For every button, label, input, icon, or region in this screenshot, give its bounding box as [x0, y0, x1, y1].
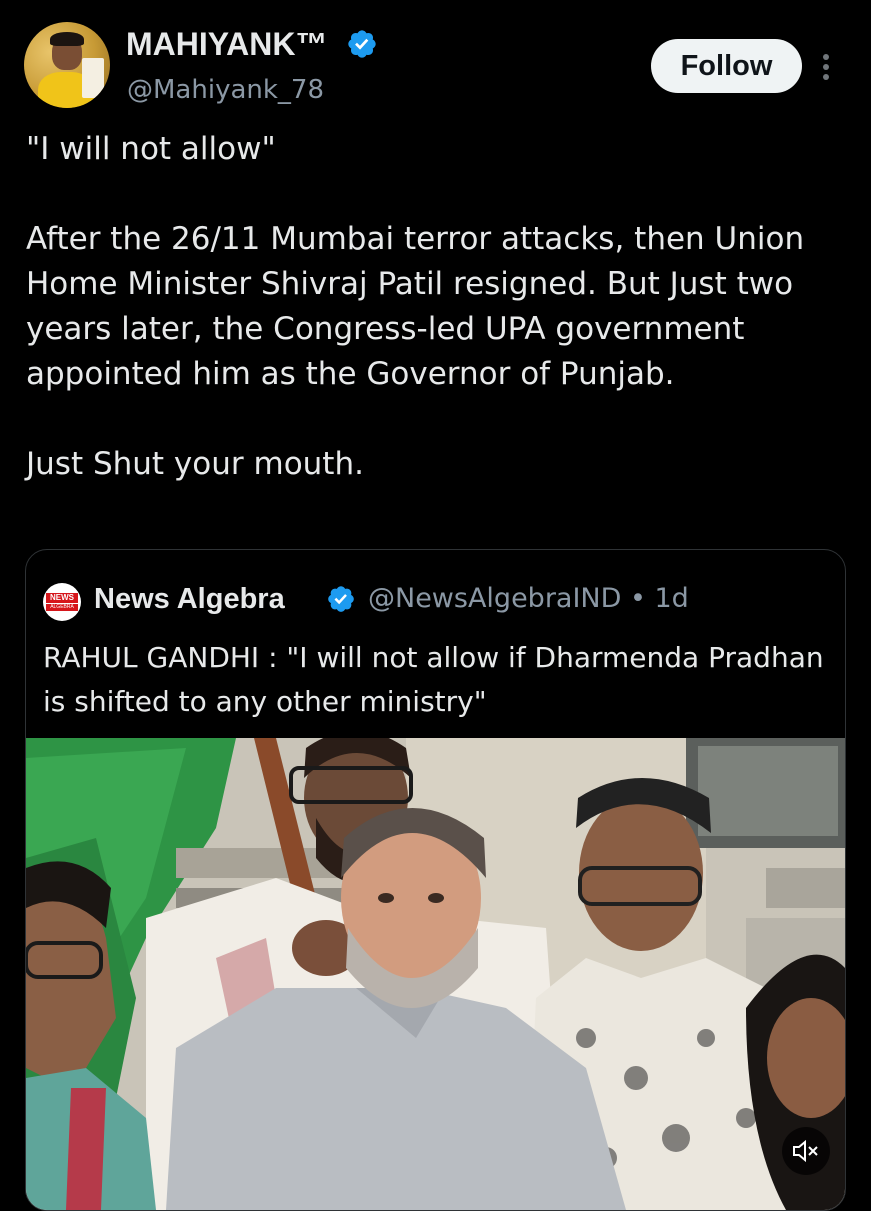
speaker-muted-icon [793, 1139, 818, 1163]
verified-badge-icon [348, 30, 376, 58]
tweet-paragraph: After the 26/11 Mumbai terror attacks, t… [26, 221, 805, 392]
more-options-icon[interactable] [819, 52, 833, 82]
video-frame-illustration [26, 738, 845, 1210]
tweet-header: MAHIYANK™ @Mahiyank_78 Follow [0, 0, 871, 120]
follow-button[interactable]: Follow [651, 39, 802, 93]
tweet-closing-line: Just Shut your mouth. [26, 446, 364, 482]
tweet-body: "I will not allow" After the 26/11 Mumba… [26, 127, 846, 487]
author-handle[interactable]: @Mahiyank_78 [127, 74, 324, 106]
tweet-line-quote: "I will not allow" [26, 131, 276, 167]
author-display-name[interactable]: MAHIYANK™ [126, 26, 328, 62]
quoted-handle-and-time[interactable]: @NewsAlgebraIND • 1d [368, 579, 689, 619]
quoted-tweet-card[interactable]: NEWS ALGEBRA News Algebra @NewsAlgebraIN… [25, 549, 846, 1211]
quoted-tweet-text: RAHUL GANDHI : "I will not allow if Dhar… [43, 641, 824, 718]
author-avatar[interactable] [24, 22, 110, 108]
mute-toggle-button[interactable] [782, 1127, 830, 1175]
verified-badge-icon [328, 586, 354, 612]
quoted-author-avatar[interactable]: NEWS ALGEBRA [43, 583, 81, 621]
quoted-author-name[interactable]: News Algebra [94, 579, 285, 619]
quoted-video-media[interactable] [26, 738, 845, 1210]
